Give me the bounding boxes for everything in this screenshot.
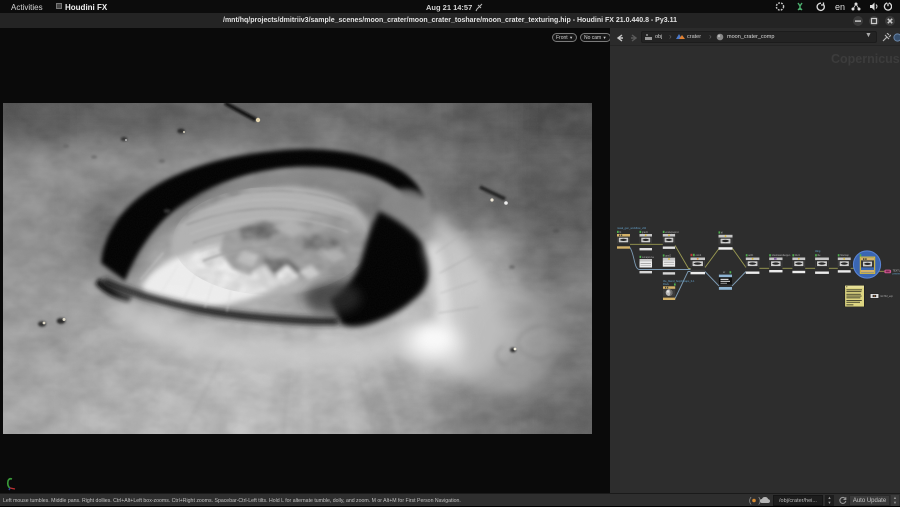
svg-text:tile: tile [818,254,822,257]
svg-text:ao01: ao01 [748,255,754,257]
svg-text:shadowandtexgen: shadowandtexgen [772,254,791,257]
svg-text:grad2: grad2 [665,254,672,257]
svg-text:blur1: blur1 [795,254,801,257]
svg-text:ht: ht [619,231,621,234]
svg-text:flowmap: flowmap [840,255,849,257]
svg-text:erodepreproc: erodepreproc [665,231,680,234]
svg-text:mask_gen_workflow_v02: mask_gen_workflow_v02 [617,226,647,230]
svg-text:grad1: grad1 [642,231,649,234]
svg-text:remapcurve: remapcurve [642,256,655,259]
svg-text:sz: sz [723,272,726,274]
svg-text:tiling: tiling [815,249,821,253]
svg-text:(: ( [748,497,753,506]
svg-text:preview: preview [893,273,900,276]
svg-text:hf: hf [721,232,723,234]
svg-text:comb: comb [696,255,702,257]
svg-text:en: en [835,2,845,12]
svg-text:Rock: Rock [663,282,670,286]
svg-text:GLTF2_exp: GLTF2_exp [880,295,893,298]
